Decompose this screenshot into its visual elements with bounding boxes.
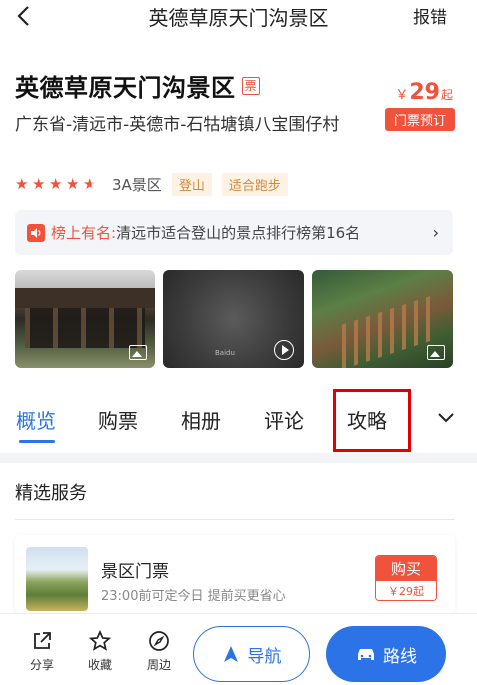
share-icon (34, 632, 51, 649)
buy-price: ￥29起 (376, 581, 436, 600)
book-ticket-button[interactable]: 门票预订 (385, 108, 455, 131)
rank-banner[interactable]: 榜上有名: 清远市适合登山的景点排行榜第16名 › (15, 210, 453, 255)
service-desc: 23:00前可定今日 提前买更省心 (101, 589, 286, 604)
scenic-name-row: 英德草原天门沟景区 票 (15, 68, 260, 103)
car-icon (358, 649, 374, 660)
service-name: 景区门票 (101, 562, 169, 582)
buy-button[interactable]: 购买 ￥29起 (375, 555, 437, 601)
service-card[interactable]: 景区门票 23:00前可定今日 提前买更省心 购买 ￥29起 (15, 535, 455, 613)
price: ￥ 29 起 (395, 80, 453, 105)
active-tab-indicator (19, 440, 55, 443)
price-currency: ￥ (395, 88, 409, 103)
divider (15, 519, 455, 520)
star-icon: ★ (49, 175, 63, 193)
tag-chip: 适合跑步 (221, 172, 288, 196)
star-outline-icon (89, 630, 111, 651)
favorite-label: 收藏 (87, 658, 112, 672)
tab-overview[interactable]: 概览 (16, 405, 56, 434)
service-thumbnail (26, 547, 88, 611)
gallery-photo[interactable] (312, 270, 453, 368)
navigate-label: 导航 (247, 646, 282, 667)
star-icon: ★ (15, 175, 29, 193)
image-icon (427, 345, 445, 360)
top-bar: 英德草原天门沟景区 报错 (0, 0, 477, 36)
tab-album[interactable]: 相册 (181, 405, 221, 434)
rank-label: 榜上有名: (51, 224, 117, 242)
gallery-video[interactable]: Baidu (163, 270, 304, 368)
tag-chip: 登山 (171, 172, 212, 196)
play-icon (274, 340, 294, 360)
rating-stars: ★ ★ ★ ★ ★ (15, 175, 100, 193)
scenic-name: 英德草原天门沟景区 (15, 74, 236, 102)
price-value: 29 (409, 80, 440, 105)
section-title: 精选服务 (15, 483, 87, 504)
favorite-button[interactable]: 收藏 (80, 630, 120, 673)
image-icon (129, 345, 147, 360)
nearby-button[interactable]: 周边 (139, 630, 179, 673)
photo-gallery: Baidu (15, 270, 455, 368)
nearby-label: 周边 (146, 658, 171, 672)
chevron-right-icon: › (432, 223, 439, 242)
star-icon: ★ (32, 175, 46, 193)
highlight-box (333, 389, 411, 452)
compass-icon (149, 631, 169, 651)
share-label: 分享 (29, 658, 54, 672)
video-watermark: Baidu (215, 349, 235, 357)
rating-row: ★ ★ ★ ★ ★ 3A景区 登山 适合跑步 (15, 172, 288, 196)
navigate-button[interactable]: 导航 (193, 626, 310, 682)
bottom-bar: 分享 收藏 周边 导航 路线 (0, 613, 477, 685)
speaker-icon (27, 223, 45, 242)
divider (0, 453, 477, 463)
half-star-icon: ★ (83, 175, 100, 193)
route-button[interactable]: 路线 (326, 626, 446, 682)
page-title: 英德草原天门沟景区 (148, 6, 329, 30)
gallery-photo[interactable] (15, 270, 155, 368)
scenic-level: 3A景区 (112, 175, 162, 194)
star-icon: ★ (66, 175, 80, 193)
share-button[interactable]: 分享 (22, 630, 62, 673)
tab-reviews[interactable]: 评论 (264, 405, 304, 434)
report-button[interactable]: 报错 (413, 3, 447, 28)
tab-tickets[interactable]: 购票 (98, 405, 138, 434)
ticket-tag: 票 (241, 76, 260, 95)
route-label: 路线 (383, 646, 417, 667)
chevron-down-icon[interactable] (434, 405, 458, 429)
address: 广东省-清远市-英德市-石牯塘镇八宝围仔村 (15, 115, 340, 135)
price-suffix: 起 (440, 88, 453, 102)
buy-label: 购买 (376, 556, 436, 581)
navigation-arrow-icon (223, 646, 238, 662)
rank-text: 清远市适合登山的景点排行榜第16名 (116, 224, 361, 242)
